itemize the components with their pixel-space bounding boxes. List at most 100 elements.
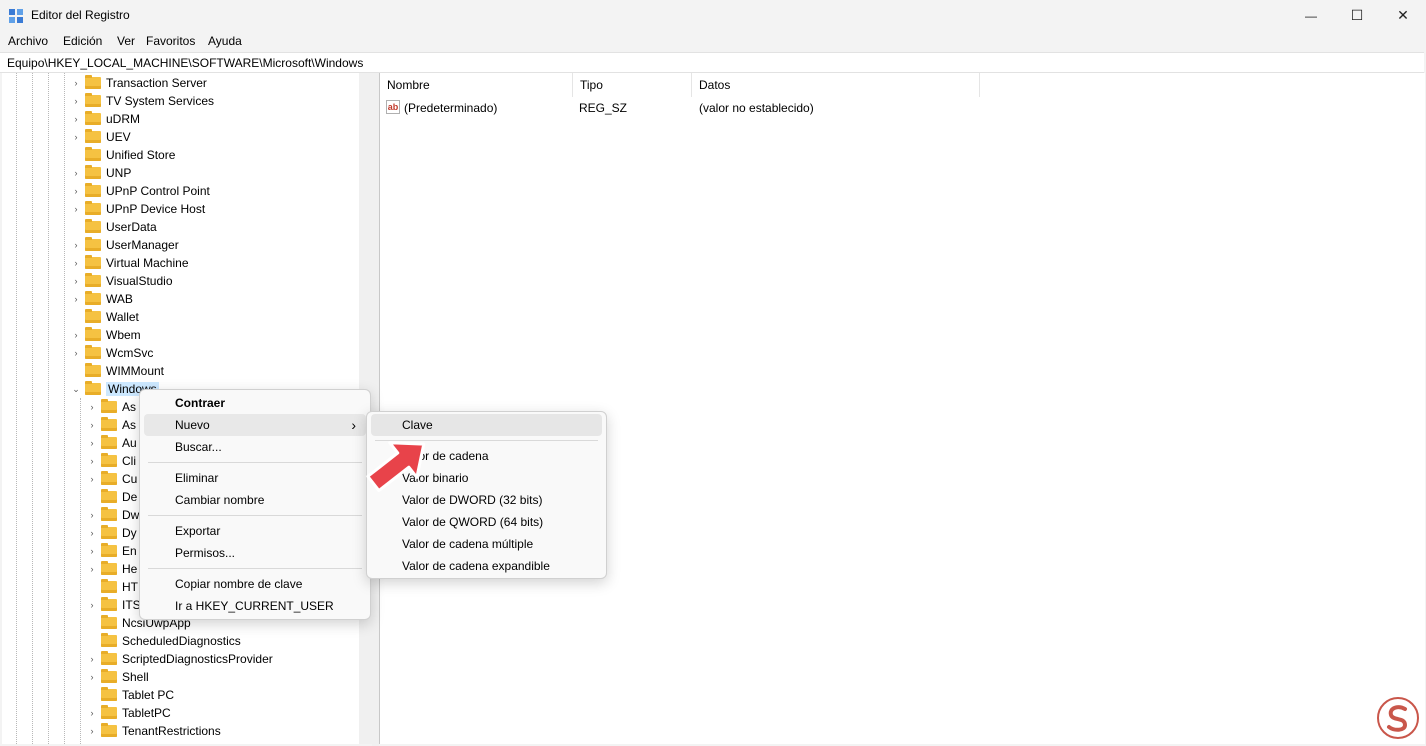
chevron-right-icon[interactable]: › — [87, 672, 97, 682]
menu-item-ir-hkcu[interactable]: Ir a HKEY_CURRENT_USER — [144, 595, 366, 617]
menu-item-contraer[interactable]: Contraer — [144, 392, 366, 414]
menu-archivo[interactable]: Archivo — [8, 34, 48, 48]
chevron-right-icon[interactable]: › — [87, 564, 97, 574]
tree-item[interactable]: › UEV — [71, 128, 131, 146]
tree-item[interactable]: De — [87, 488, 137, 506]
tree-item[interactable]: › Virtual Machine — [71, 254, 189, 272]
chevron-right-icon[interactable]: › — [87, 600, 97, 610]
menu-edicion[interactable]: Edición — [63, 34, 102, 48]
chevron-right-icon[interactable]: › — [87, 546, 97, 556]
tree-item[interactable]: › Dy — [87, 524, 137, 542]
chevron-right-icon[interactable]: › — [87, 402, 97, 412]
window-title: Editor del Registro — [31, 8, 130, 22]
tree-item[interactable]: › Wbem — [71, 326, 141, 344]
menu-ver[interactable]: Ver — [117, 34, 135, 48]
tree-item-label: UPnP Device Host — [106, 202, 206, 216]
tree-item[interactable]: Unified Store — [71, 146, 175, 164]
menu-item-cambiar-nombre[interactable]: Cambiar nombre — [144, 489, 366, 511]
chevron-right-icon[interactable]: › — [71, 204, 81, 214]
maximize-button[interactable]: ☐ — [1334, 0, 1380, 31]
tree-item[interactable]: › UPnP Device Host — [71, 200, 205, 218]
tree-item[interactable]: › Dw — [87, 506, 139, 524]
tree-item[interactable]: › Cli — [87, 452, 136, 470]
tree-item[interactable]: › TenantRestrictions — [87, 722, 221, 740]
tree-item[interactable]: HT — [87, 578, 138, 596]
tree-guide-line — [64, 73, 65, 744]
address-bar[interactable]: Equipo\HKEY_LOCAL_MACHINE\SOFTWARE\Micro… — [0, 52, 1424, 73]
chevron-right-icon[interactable]: › — [71, 330, 81, 340]
tree-item[interactable]: › Cu — [87, 470, 137, 488]
chevron-right-icon[interactable]: › — [87, 474, 97, 484]
menu-item-permisos[interactable]: Permisos... — [144, 542, 366, 564]
tree-item[interactable]: WIMMount — [71, 362, 164, 380]
menu-favoritos[interactable]: Favoritos — [146, 34, 195, 48]
chevron-right-icon[interactable]: › — [71, 294, 81, 304]
submenu-item-qword[interactable]: Valor de QWORD (64 bits) — [371, 511, 602, 533]
chevron-right-icon[interactable]: › — [71, 258, 81, 268]
submenu-item-cadena-multiple[interactable]: Valor de cadena múltiple — [371, 533, 602, 555]
chevron-right-icon[interactable]: › — [71, 78, 81, 88]
chevron-right-icon[interactable]: › — [71, 114, 81, 124]
menu-ayuda[interactable]: Ayuda — [208, 34, 242, 48]
tree-item[interactable]: Wallet — [71, 308, 139, 326]
tree-item[interactable]: › TabletPC — [87, 704, 171, 722]
tree-item[interactable]: › VisualStudio — [71, 272, 173, 290]
column-header-nombre[interactable]: Nombre — [380, 73, 573, 97]
menu-item-eliminar[interactable]: Eliminar — [144, 467, 366, 489]
chevron-right-icon[interactable]: › — [71, 240, 81, 250]
chevron-right-icon[interactable]: › — [87, 420, 97, 430]
tree-item[interactable]: ScheduledDiagnostics — [87, 632, 241, 650]
tree-item[interactable]: › As — [87, 398, 136, 416]
chevron-right-icon[interactable]: › — [71, 186, 81, 196]
tree-item[interactable]: › uDRM — [71, 110, 140, 128]
tree-item[interactable]: › Au — [87, 434, 137, 452]
chevron-right-icon[interactable]: › — [87, 456, 97, 466]
address-path[interactable]: Equipo\HKEY_LOCAL_MACHINE\SOFTWARE\Micro… — [7, 56, 363, 70]
values-list-pane[interactable]: Nombre Tipo Datos ab (Predeterminado) RE… — [379, 73, 1425, 744]
tree-item-label: Wallet — [106, 310, 139, 324]
tree-item-label: Dy — [122, 526, 137, 540]
tree-item-label: TabletPC — [122, 706, 171, 720]
tree-item[interactable]: › UserManager — [71, 236, 179, 254]
column-header-datos[interactable]: Datos — [692, 73, 980, 97]
submenu-item-cadena-expandible[interactable]: Valor de cadena expandible — [371, 555, 602, 577]
chevron-right-icon[interactable]: › — [87, 510, 97, 520]
tree-item[interactable]: › WcmSvc — [71, 344, 153, 362]
tree-item[interactable]: › TV System Services — [71, 92, 214, 110]
column-header-tipo[interactable]: Tipo — [573, 73, 692, 97]
folder-icon — [85, 201, 101, 215]
chevron-down-icon[interactable]: ⌄ — [71, 384, 81, 395]
chevron-right-icon[interactable]: › — [71, 132, 81, 142]
chevron-right-icon[interactable]: › — [87, 528, 97, 538]
chevron-right-icon[interactable]: › — [71, 276, 81, 286]
tree-item[interactable]: Tablet PC — [87, 686, 174, 704]
tree-item[interactable]: › He — [87, 560, 137, 578]
chevron-right-icon[interactable]: › — [71, 348, 81, 358]
tree-item[interactable]: › Transaction Server — [71, 74, 207, 92]
tree-item[interactable]: › Shell — [87, 668, 149, 686]
menu-item-copiar-nombre[interactable]: Copiar nombre de clave — [144, 573, 366, 595]
tree-item[interactable]: › ITS — [87, 596, 141, 614]
value-data: (valor no establecido) — [699, 101, 814, 115]
menu-item-buscar[interactable]: Buscar... — [144, 436, 366, 458]
chevron-right-icon[interactable]: › — [87, 708, 97, 718]
tree-item[interactable]: › As — [87, 416, 136, 434]
menu-item-exportar[interactable]: Exportar — [144, 520, 366, 542]
chevron-right-icon[interactable]: › — [71, 168, 81, 178]
folder-icon — [85, 291, 101, 305]
tree-item[interactable]: › WAB — [71, 290, 133, 308]
minimize-button[interactable]: — — [1288, 0, 1334, 31]
tree-item[interactable]: › ScriptedDiagnosticsProvider — [87, 650, 273, 668]
chevron-right-icon[interactable]: › — [87, 654, 97, 664]
tree-item[interactable]: › En — [87, 542, 137, 560]
chevron-right-icon[interactable]: › — [71, 96, 81, 106]
chevron-right-icon[interactable]: › — [87, 726, 97, 736]
tree-item[interactable]: UserData — [71, 218, 157, 236]
menu-item-nuevo[interactable]: Nuevo › — [144, 414, 366, 436]
close-button[interactable]: ✕ — [1380, 0, 1426, 31]
tree-item[interactable]: › UNP — [71, 164, 131, 182]
pane-splitter[interactable] — [372, 73, 379, 746]
tree-item[interactable]: › UPnP Control Point — [71, 182, 210, 200]
tree-guide-line — [80, 398, 81, 744]
chevron-right-icon[interactable]: › — [87, 438, 97, 448]
